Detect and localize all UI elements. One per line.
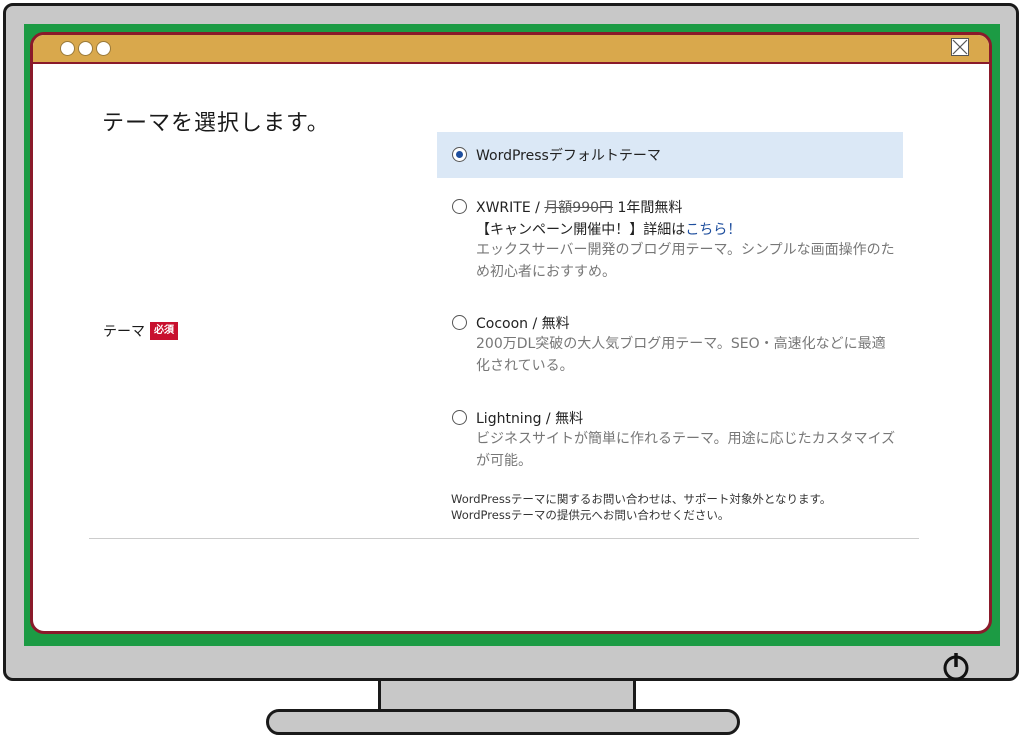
theme-option-wordpress-default[interactable]: WordPressデフォルトテーマ bbox=[437, 132, 903, 178]
theme-option-cocoon[interactable]: Cocoon / 無料 200万DL突破の大人気ブログ用テーマ。SEO・高速化な… bbox=[437, 311, 903, 381]
page-heading: テーマを選択します。 bbox=[102, 111, 330, 136]
window-titlebar bbox=[33, 35, 989, 64]
theme-option-description: エックスサーバー開発のブログ用テーマ。シンプルな画面操作のため初心者におすすめ。 bbox=[476, 242, 895, 280]
campaign-prefix: 【キャンペーン開催中！】詳細は bbox=[476, 222, 686, 238]
theme-option-title: XWRITE / 月額990円 1年間無料 bbox=[476, 197, 682, 217]
campaign-link[interactable]: こちら！ bbox=[685, 222, 741, 238]
theme-option-title: WordPressデフォルトテーマ bbox=[476, 148, 661, 164]
support-note: WordPressテーマに関するお問い合わせは、サポート対象外となります。 Wo… bbox=[451, 491, 831, 523]
theme-option-title: Lightning / 無料 bbox=[476, 411, 584, 427]
radio-button[interactable] bbox=[452, 199, 467, 214]
price-note: 1年間無料 bbox=[613, 200, 683, 216]
monitor-stand-base bbox=[266, 709, 740, 735]
campaign-text: 【キャンペーン開催中！】詳細はこちら！ bbox=[476, 219, 741, 239]
theme-field-label: テーマ 必須 bbox=[103, 321, 178, 341]
support-note-line: WordPressテーマの提供元へお問い合わせください。 bbox=[451, 508, 730, 522]
theme-option-title: Cocoon / 無料 bbox=[476, 316, 570, 332]
window-dot-icon[interactable] bbox=[96, 41, 111, 56]
theme-option-name: XWRITE / bbox=[476, 200, 545, 216]
theme-option-description: ビジネスサイトが簡単に作れるテーマ。用途に応じたカスタマイズが可能。 bbox=[476, 431, 896, 469]
radio-button[interactable] bbox=[452, 315, 467, 330]
theme-option-description: 200万DL突破の大人気ブログ用テーマ。SEO・高速化などに最適化されている。 bbox=[476, 336, 886, 374]
theme-label-text: テーマ bbox=[103, 324, 145, 340]
radio-button[interactable] bbox=[452, 410, 467, 425]
power-icon[interactable] bbox=[940, 650, 972, 682]
original-price: 月額990円 bbox=[544, 200, 614, 216]
theme-option-lightning[interactable]: Lightning / 無料 ビジネスサイトが簡単に作れるテーマ。用途に応じたカ… bbox=[437, 406, 903, 476]
window-dot-icon[interactable] bbox=[60, 41, 75, 56]
close-icon[interactable] bbox=[951, 38, 969, 56]
section-divider bbox=[89, 538, 919, 539]
window-dot-icon[interactable] bbox=[78, 41, 93, 56]
support-note-line: WordPressテーマに関するお問い合わせは、サポート対象外となります。 bbox=[451, 492, 832, 506]
browser-window: テーマを選択します。 テーマ 必須 WordPressデフォルトテーマ XWRI… bbox=[30, 32, 992, 634]
theme-option-xwrite[interactable]: XWRITE / 月額990円 1年間無料 【キャンペーン開催中！】詳細はこちら… bbox=[437, 195, 903, 285]
radio-button[interactable] bbox=[452, 147, 467, 162]
required-badge: 必須 bbox=[150, 322, 178, 340]
